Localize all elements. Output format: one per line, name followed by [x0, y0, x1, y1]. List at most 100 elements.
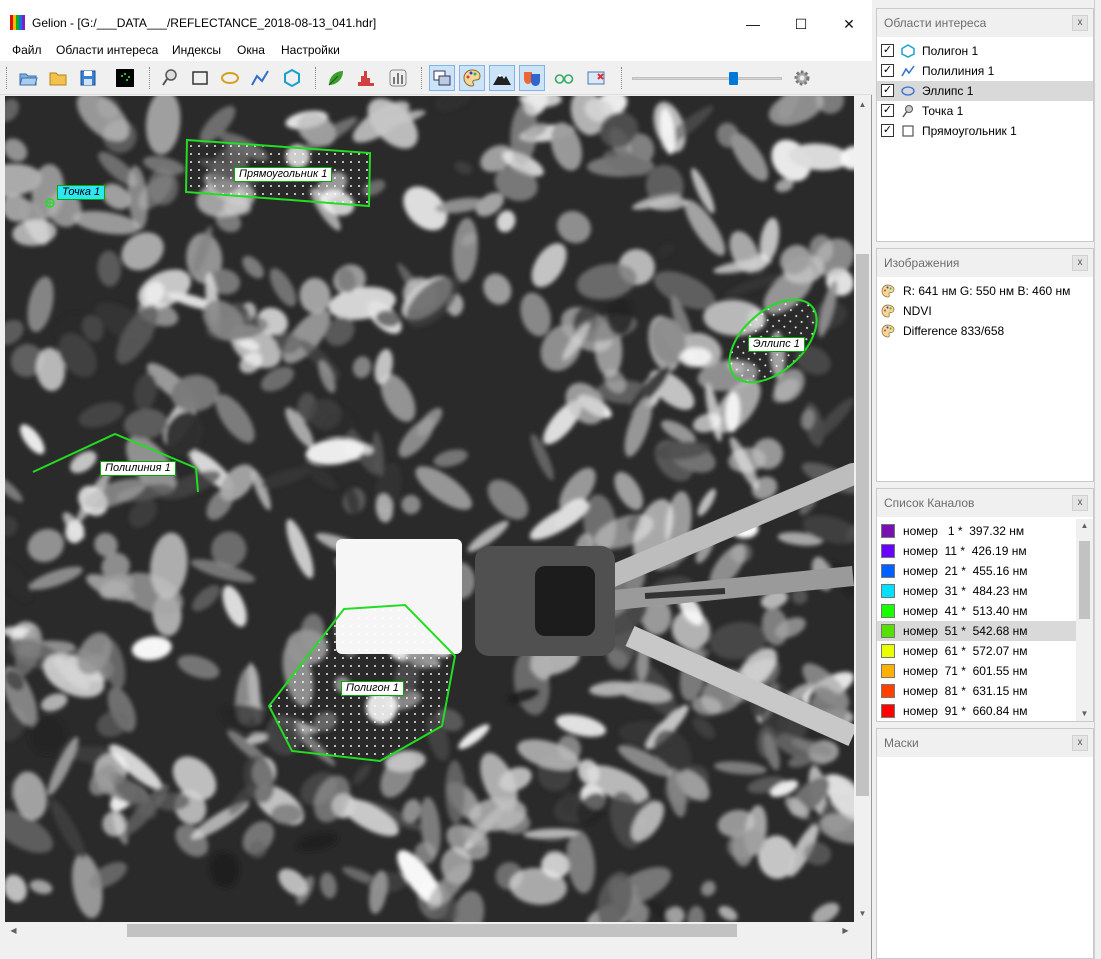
roi-item-polyline[interactable]: ✓ Полилиния 1 — [877, 61, 1093, 81]
roi-point[interactable] — [45, 198, 55, 208]
save-button[interactable] — [75, 65, 101, 91]
channels-panel: Список Каналов x номер 1 * 397.32 нм номе… — [876, 488, 1094, 722]
bar-chart-button[interactable] — [385, 65, 411, 91]
app-icon — [10, 15, 25, 30]
roi-polygon-label: Полигон 1 — [341, 681, 404, 696]
images-panel-close-button[interactable]: x — [1072, 255, 1088, 271]
vertical-scrollbar[interactable]: ▲ ▼ — [854, 96, 871, 922]
leaf-icon — [328, 71, 343, 86]
channel-item-label: номер 11 * 426.19 нм — [903, 544, 1027, 558]
settings-button[interactable] — [789, 65, 815, 91]
toolbar — [0, 61, 872, 95]
glasses-button[interactable] — [551, 65, 577, 91]
palette-icon — [881, 304, 895, 318]
open-button[interactable] — [15, 65, 41, 91]
rectangle-tool-button[interactable] — [187, 65, 213, 91]
polygon-icon — [901, 44, 915, 58]
point-tool-button[interactable] — [157, 65, 183, 91]
roi-polyline-label: Полилиния 1 — [100, 461, 176, 476]
channel-item[interactable]: номер 41 * 513.40 нм — [877, 601, 1076, 621]
screenshot-icon — [587, 71, 605, 85]
close-button[interactable]: ✕ — [826, 10, 872, 38]
folder-button[interactable] — [45, 65, 71, 91]
roi-panel-close-button[interactable]: x — [1072, 15, 1088, 31]
roi-item-polygon[interactable]: ✓ Полигон 1 — [877, 41, 1093, 61]
channel-item-label: номер 71 * 601.55 нм — [903, 664, 1028, 678]
leaf-blob — [270, 803, 303, 825]
polyline-tool-button[interactable] — [247, 65, 273, 91]
save-icon — [80, 70, 96, 86]
masks-panel-title: Маски — [877, 729, 1093, 757]
channel-color-swatch — [881, 564, 895, 578]
zoom-slider-thumb[interactable] — [729, 72, 738, 85]
channel-item[interactable]: номер 81 * 631.15 нм — [877, 681, 1076, 701]
toolbar-separator — [621, 67, 624, 89]
menu-settings[interactable]: Настройки — [281, 43, 340, 57]
polygon-tool-button[interactable] — [279, 65, 305, 91]
roi-polyline-checkbox[interactable]: ✓ — [881, 64, 894, 77]
horizontal-scroll-thumb[interactable] — [127, 924, 737, 937]
scroll-up-arrow[interactable]: ▲ — [854, 96, 871, 113]
ellipse-icon — [901, 86, 915, 96]
glasses-icon — [554, 74, 574, 84]
channel-list-scroll-thumb[interactable] — [1079, 541, 1090, 619]
scroll-right-arrow[interactable]: ▶ — [837, 922, 854, 939]
channel-item[interactable]: номер 71 * 601.55 нм — [877, 661, 1076, 681]
histogram-button[interactable] — [353, 65, 379, 91]
image-item-ndvi[interactable]: NDVI — [877, 301, 1093, 321]
ellipse-tool-button[interactable] — [217, 65, 243, 91]
scroll-down-arrow[interactable]: ▼ — [1076, 707, 1093, 721]
window-title: Gelion - [G:/___DATA___/REFLECTANCE_2018… — [32, 16, 377, 30]
channel-item-label: номер 91 * 660.84 нм — [903, 704, 1028, 718]
roi-item-rectangle[interactable]: ✓ Прямоугольник 1 — [877, 121, 1093, 141]
channels-panel-close-button[interactable]: x — [1072, 495, 1088, 511]
toolbar-separator — [149, 67, 152, 89]
masks-panel-close-button[interactable]: x — [1072, 735, 1088, 751]
image-canvas[interactable]: Прямоугольник 1 Точка 1 Эллипс 1 Полилин… — [5, 96, 854, 922]
channel-item-label: номер 41 * 513.40 нм — [903, 604, 1028, 618]
maximize-button[interactable]: ☐ — [778, 10, 824, 38]
masks-button[interactable] — [519, 65, 545, 91]
menu-file[interactable]: Файл — [12, 43, 42, 57]
channel-item[interactable]: номер 91 * 660.84 нм — [877, 701, 1076, 721]
roi-point-checkbox[interactable]: ✓ — [881, 104, 894, 117]
scroll-down-arrow[interactable]: ▼ — [854, 905, 871, 922]
channel-item[interactable]: номер 51 * 542.68 нм — [877, 621, 1076, 641]
horizontal-scrollbar[interactable]: ◀ ▶ — [5, 922, 854, 939]
images-panel-title: Изображения — [877, 249, 1093, 277]
menu-windows[interactable]: Окна — [237, 43, 265, 57]
minimize-button[interactable]: — — [730, 10, 776, 38]
channel-item-label: номер 31 * 484.23 нм — [903, 584, 1028, 598]
channel-item[interactable]: номер 11 * 426.19 нм — [877, 541, 1076, 561]
windows-button[interactable] — [429, 65, 455, 91]
scroll-left-arrow[interactable]: ◀ — [5, 922, 22, 939]
vertical-scroll-thumb[interactable] — [856, 254, 869, 796]
channel-list-scrollbar[interactable]: ▲ ▼ — [1076, 519, 1093, 721]
mountain-button[interactable] — [489, 65, 515, 91]
roi-polygon-checkbox[interactable]: ✓ — [881, 44, 894, 57]
spectrum-view-button[interactable] — [112, 65, 138, 91]
channel-item[interactable]: номер 21 * 455.16 нм — [877, 561, 1076, 581]
roi-ellipse-checkbox[interactable]: ✓ — [881, 84, 894, 97]
channels-panel-title: Список Каналов — [877, 489, 1093, 517]
masks-icon — [524, 72, 540, 86]
channel-color-swatch — [881, 664, 895, 678]
palette-button[interactable] — [459, 65, 485, 91]
zoom-slider[interactable] — [632, 70, 782, 86]
channel-item[interactable]: номер 1 * 397.32 нм — [877, 521, 1076, 541]
channel-color-swatch — [881, 584, 895, 598]
channel-item[interactable]: номер 31 * 484.23 нм — [877, 581, 1076, 601]
roi-rectangle-checkbox[interactable]: ✓ — [881, 124, 894, 137]
leaf-button[interactable] — [323, 65, 349, 91]
image-item-difference[interactable]: Difference 833/658 — [877, 321, 1093, 341]
menu-roi[interactable]: Области интереса — [56, 43, 158, 57]
roi-item-point[interactable]: ✓ Точка 1 — [877, 101, 1093, 121]
toolbar-grip[interactable] — [6, 67, 9, 89]
menu-indices[interactable]: Индексы — [172, 43, 221, 57]
spectrum-view-icon — [116, 69, 134, 87]
scroll-up-arrow[interactable]: ▲ — [1076, 519, 1093, 533]
roi-item-ellipse[interactable]: ✓ Эллипс 1 — [877, 81, 1093, 101]
image-item-rgb[interactable]: R: 641 нм G: 550 нм B: 460 нм — [877, 281, 1093, 301]
screenshot-button[interactable] — [583, 65, 609, 91]
channel-item[interactable]: номер 61 * 572.07 нм — [877, 641, 1076, 661]
